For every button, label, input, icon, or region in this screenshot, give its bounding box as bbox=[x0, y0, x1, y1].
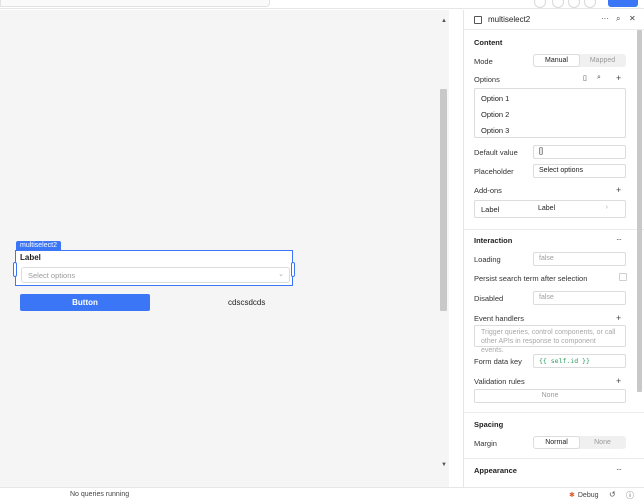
divider bbox=[464, 458, 644, 459]
undo-icon[interactable] bbox=[552, 0, 564, 8]
section-interaction-title[interactable]: Interaction bbox=[474, 236, 512, 245]
inspector-header: multiselect2 ··· ⌕ ✕ bbox=[464, 10, 644, 30]
list-item[interactable]: Option 1 bbox=[481, 94, 509, 103]
bug-icon: ✱ bbox=[569, 492, 575, 499]
scroll-down-icon[interactable]: ▼ bbox=[441, 462, 447, 468]
chevron-down-icon: ⌄ bbox=[278, 271, 284, 278]
canvas-scrollbar[interactable]: ▲ ▼ bbox=[440, 18, 447, 469]
query-input[interactable] bbox=[0, 0, 270, 7]
mode-manual[interactable]: Manual bbox=[534, 55, 579, 66]
appearance-more-icon[interactable]: ··· bbox=[616, 465, 622, 474]
addon-key: Label bbox=[481, 205, 500, 214]
persist-search-checkbox[interactable] bbox=[619, 273, 627, 281]
list-item[interactable]: Option 2 bbox=[481, 110, 509, 119]
panel-scrollbar-thumb[interactable] bbox=[637, 30, 642, 392]
redo-icon[interactable] bbox=[568, 0, 580, 8]
interaction-more-icon[interactable]: ··· bbox=[616, 235, 622, 244]
default-value-label: Default value bbox=[474, 148, 518, 157]
component-name-tag[interactable]: multiselect2 bbox=[16, 241, 61, 250]
multiselect-placeholder: Select options bbox=[28, 271, 76, 280]
section-content-title[interactable]: Content bbox=[474, 38, 502, 47]
avatar[interactable] bbox=[534, 0, 546, 8]
margin-label: Margin bbox=[474, 439, 497, 448]
scroll-up-icon[interactable]: ▲ bbox=[441, 18, 447, 24]
deploy-button[interactable] bbox=[608, 0, 638, 7]
divider bbox=[464, 229, 644, 230]
close-icon[interactable]: ✕ bbox=[629, 14, 636, 23]
add-addon-icon[interactable]: + bbox=[616, 185, 621, 195]
default-value-input[interactable]: [] bbox=[533, 145, 626, 159]
query-status: No queries running bbox=[70, 491, 130, 498]
section-spacing-title[interactable]: Spacing bbox=[474, 420, 503, 429]
form-data-key-label: Form data key bbox=[474, 357, 522, 366]
multiselect-label: Label bbox=[20, 253, 41, 262]
history-icon[interactable]: ↺ bbox=[609, 490, 616, 499]
loading-label: Loading bbox=[474, 255, 501, 264]
multiselect-component[interactable]: Label Select options ⌄ bbox=[13, 250, 295, 286]
form-data-key-value: {{ self.id }} bbox=[539, 357, 590, 365]
more-options-icon[interactable]: ··· bbox=[601, 14, 609, 23]
panel-scrollbar[interactable] bbox=[637, 30, 642, 485]
book-icon[interactable]: ▯ bbox=[583, 74, 587, 82]
event-handlers-empty[interactable]: Trigger queries, control components, or … bbox=[474, 325, 626, 354]
component-icon bbox=[474, 16, 482, 24]
search-icon[interactable]: ⌕ bbox=[616, 14, 620, 24]
form-data-key-input[interactable]: {{ self.id }} bbox=[533, 354, 626, 368]
disabled-input[interactable]: false bbox=[533, 291, 626, 305]
validation-rules-label: Validation rules bbox=[474, 377, 525, 386]
add-option-icon[interactable]: + bbox=[616, 73, 621, 83]
mode-label: Mode bbox=[474, 57, 493, 66]
status-bar: No queries running ✱ Debug ↺ ⓘ bbox=[0, 487, 644, 500]
wand-icon[interactable]: ⌕ bbox=[597, 74, 601, 82]
text-component[interactable]: cdscsdcds bbox=[228, 298, 265, 307]
loading-input[interactable]: false bbox=[533, 252, 626, 266]
event-handlers-label: Event handlers bbox=[474, 314, 525, 323]
section-appearance-title[interactable]: Appearance bbox=[474, 466, 517, 475]
addon-label-row[interactable]: Label Label › bbox=[474, 200, 626, 218]
margin-normal[interactable]: Normal bbox=[534, 437, 579, 448]
resize-handle-left[interactable] bbox=[13, 262, 17, 277]
editor-canvas[interactable] bbox=[0, 10, 449, 487]
add-validation-icon[interactable]: + bbox=[616, 376, 621, 386]
divider bbox=[464, 412, 644, 413]
scrollbar-thumb[interactable] bbox=[440, 89, 447, 311]
canvas-button[interactable]: Button bbox=[20, 294, 150, 311]
margin-toggle[interactable]: Normal None bbox=[533, 436, 626, 449]
share-icon[interactable] bbox=[584, 0, 596, 8]
options-label: Options bbox=[474, 75, 500, 84]
disabled-label: Disabled bbox=[474, 294, 504, 303]
placeholder-label: Placeholder bbox=[474, 167, 514, 176]
addons-label: Add-ons bbox=[474, 186, 502, 195]
validation-none[interactable]: None bbox=[474, 389, 626, 403]
multiselect-input[interactable]: Select options ⌄ bbox=[21, 267, 290, 283]
resize-handle-right[interactable] bbox=[291, 262, 295, 277]
top-bar bbox=[0, 0, 644, 9]
options-list: Option 1 Option 2 Option 3 bbox=[474, 88, 626, 138]
persist-search-label: Persist search term after selection bbox=[474, 274, 588, 283]
inspector-title[interactable]: multiselect2 bbox=[488, 15, 530, 24]
placeholder-input[interactable]: Select options bbox=[533, 164, 626, 178]
mode-mapped[interactable]: Mapped bbox=[580, 55, 625, 66]
debug-button[interactable]: ✱ Debug bbox=[569, 491, 599, 499]
help-icon[interactable]: ⓘ bbox=[626, 490, 634, 500]
add-event-handler-icon[interactable]: + bbox=[616, 313, 621, 323]
debug-label: Debug bbox=[577, 492, 599, 499]
inspector-panel: multiselect2 ··· ⌕ ✕ Content Mode Manual… bbox=[463, 10, 644, 487]
list-item[interactable]: Option 3 bbox=[481, 126, 509, 135]
mode-toggle[interactable]: Manual Mapped bbox=[533, 54, 626, 67]
chevron-right-icon: › bbox=[605, 204, 608, 211]
margin-none[interactable]: None bbox=[580, 437, 625, 448]
addon-value: Label bbox=[538, 205, 556, 212]
